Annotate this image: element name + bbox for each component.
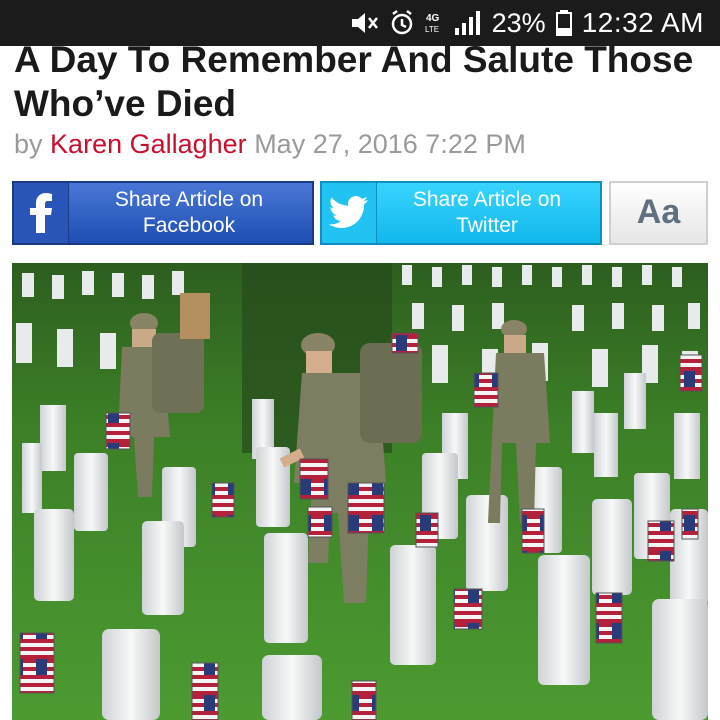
share-facebook-line1: Share Article on bbox=[114, 188, 264, 211]
alarm-icon bbox=[390, 10, 414, 36]
text-size-button[interactable]: Aa bbox=[609, 181, 708, 245]
network-4g-icon: 4G LTE bbox=[424, 10, 444, 36]
text-size-label: Aa bbox=[636, 193, 681, 231]
publish-date: May 27, 2016 7:22 PM bbox=[254, 129, 526, 159]
share-facebook-line2: Facebook bbox=[142, 214, 236, 237]
clock: 12:32 AM bbox=[581, 7, 704, 38]
share-twitter-button[interactable]: Share Article on Twitter bbox=[320, 181, 602, 245]
svg-text:4G: 4G bbox=[426, 13, 440, 24]
article-photo bbox=[12, 263, 708, 720]
share-facebook-button[interactable]: Share Article on Facebook bbox=[12, 181, 314, 245]
share-twitter-line2: Twitter bbox=[456, 214, 518, 237]
cemetery-photo-illustration bbox=[12, 263, 708, 720]
facebook-icon bbox=[14, 183, 69, 243]
mute-icon bbox=[350, 10, 380, 36]
byline: by Karen Gallagher May 27, 2016 7:22 PM bbox=[14, 129, 526, 160]
share-twitter-line1: Share Article on bbox=[412, 188, 562, 211]
share-facebook-label: Share Article on Facebook bbox=[70, 187, 308, 239]
signal-icon bbox=[454, 10, 482, 36]
svg-text:LTE: LTE bbox=[425, 25, 439, 34]
battery-icon bbox=[555, 10, 572, 36]
article-title: A Day To Remember And Salute Those Who’v… bbox=[14, 39, 694, 124]
battery-percent: 23% bbox=[491, 7, 546, 38]
twitter-icon bbox=[322, 183, 377, 243]
author-link[interactable]: Karen Gallagher bbox=[50, 129, 247, 159]
share-twitter-label: Share Article on Twitter bbox=[378, 187, 596, 239]
byline-prefix: by bbox=[14, 129, 43, 159]
